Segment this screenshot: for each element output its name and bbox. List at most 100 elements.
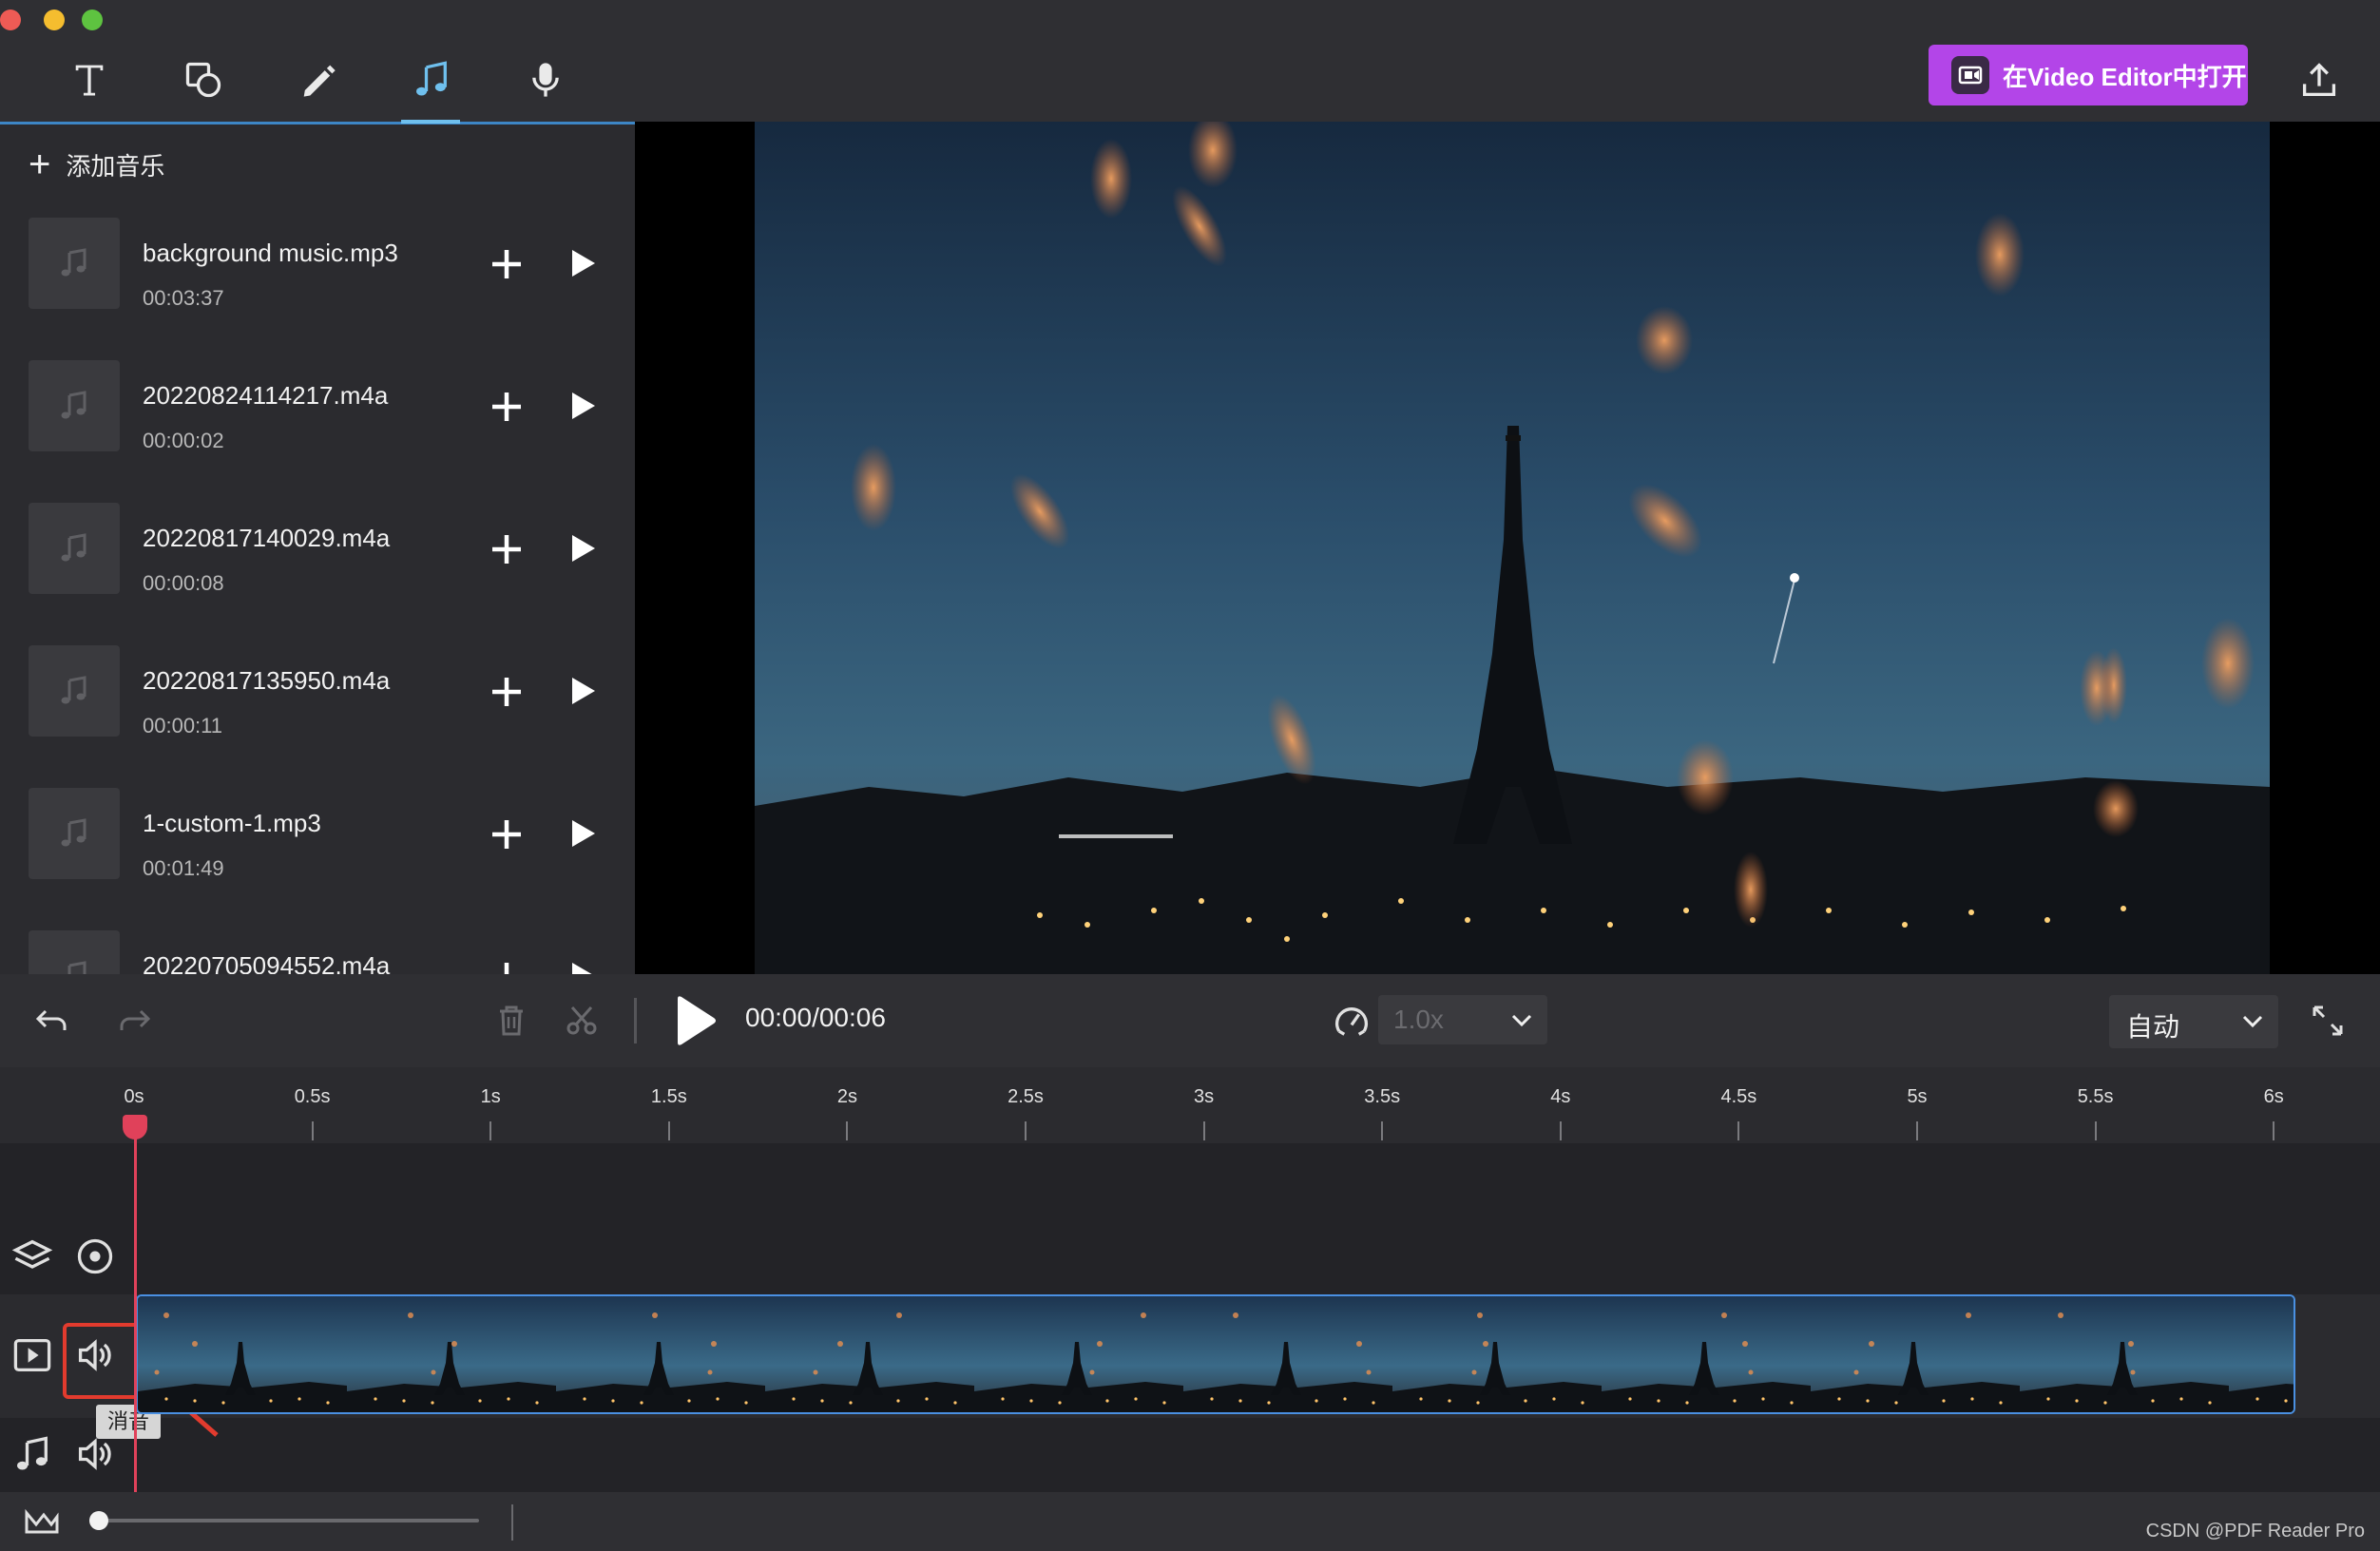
- add-music-label: 添加音乐: [66, 151, 165, 181]
- text-tool-button[interactable]: [63, 53, 116, 106]
- add-to-timeline-button[interactable]: [485, 955, 528, 974]
- music-thumbnail: [29, 360, 120, 451]
- preview-music-button[interactable]: [563, 814, 601, 852]
- playhead-handle[interactable]: [123, 1115, 147, 1139]
- overlay-visibility-button[interactable]: [74, 1235, 116, 1277]
- expand-icon: [2313, 1005, 2343, 1036]
- minimize-window-button[interactable]: [44, 10, 65, 30]
- undo-button[interactable]: [29, 998, 74, 1044]
- preview-music-button[interactable]: [563, 957, 601, 974]
- add-music-button[interactable]: + 添加音乐: [29, 144, 164, 185]
- redo-button[interactable]: [112, 998, 158, 1044]
- overlay-track-button[interactable]: [11, 1235, 53, 1277]
- shapes-tool-button[interactable]: [177, 53, 230, 106]
- microphone-icon: [532, 63, 559, 97]
- active-tab-indicator: [401, 120, 460, 124]
- music-list-item[interactable]: 20220824114217.m4a 00:00:02: [29, 360, 635, 465]
- music-tool-button[interactable]: [405, 53, 458, 106]
- speed-icon-button[interactable]: [1329, 998, 1374, 1044]
- music-list-item[interactable]: 20220817135950.m4a 00:00:11: [29, 645, 635, 750]
- playhead[interactable]: [134, 1120, 137, 1492]
- clip-thumbnail: [1811, 1296, 2020, 1412]
- plus-icon: [492, 393, 521, 421]
- ruler-label: 3s: [1194, 1086, 1215, 1107]
- speed-dropdown[interactable]: 1.0x: [1378, 995, 1547, 1044]
- split-button[interactable]: [559, 998, 605, 1044]
- clip-thumbnail: [1602, 1296, 1811, 1412]
- ruler-tick: [2094, 1121, 2097, 1140]
- clip-thumbnail: [138, 1296, 347, 1412]
- ruler-label: 0s: [124, 1086, 144, 1107]
- ruler-tick: [1737, 1121, 1740, 1140]
- music-name: 1-custom-1.mp3: [143, 809, 321, 837]
- mountain-icon: [25, 1508, 59, 1534]
- export-button[interactable]: [2293, 53, 2346, 106]
- ruler-tick: [2273, 1121, 2275, 1140]
- video-clip[interactable]: [136, 1294, 2295, 1414]
- upload-icon: [2302, 63, 2336, 97]
- music-thumbnail: [29, 788, 120, 879]
- music-list-item[interactable]: background music.mp3 00:03:37: [29, 218, 635, 322]
- ruler-tick: [1916, 1121, 1918, 1140]
- zoom-slider-track[interactable]: [99, 1519, 479, 1522]
- zoom-slider-handle[interactable]: [89, 1511, 108, 1530]
- watermark: CSDN @PDF Reader Pro: [2145, 1521, 2365, 1541]
- music-thumbnail: [29, 930, 120, 974]
- add-to-timeline-button[interactable]: [485, 242, 528, 286]
- mute-music-button[interactable]: [74, 1433, 116, 1475]
- preview-music-button[interactable]: [563, 244, 601, 282]
- timeline-ruler[interactable]: [0, 1067, 2380, 1143]
- play-icon: [678, 996, 716, 1045]
- ruler-label: 2.5s: [1008, 1086, 1044, 1107]
- ruler-label: 1.5s: [650, 1086, 687, 1107]
- preview-music-button[interactable]: [563, 387, 601, 425]
- fit-mode-dropdown[interactable]: 自动: [2109, 995, 2278, 1048]
- redo-icon: [120, 1009, 151, 1030]
- scissors-icon: [566, 1006, 597, 1035]
- music-duration: 00:00:02: [143, 429, 224, 452]
- play-button[interactable]: [667, 994, 720, 1047]
- clip-thumbnail: [347, 1296, 556, 1412]
- fullscreen-button[interactable]: [2305, 998, 2351, 1044]
- add-to-timeline-button[interactable]: [485, 527, 528, 571]
- music-list-item[interactable]: 1-custom-1.mp3 00:01:49: [29, 788, 635, 892]
- video-track-button[interactable]: [11, 1334, 53, 1376]
- pen-tool-button[interactable]: [291, 53, 344, 106]
- add-to-timeline-button[interactable]: [485, 385, 528, 429]
- layers-icon: [11, 1239, 53, 1269]
- music-list-item[interactable]: 20220705094552.m4a: [29, 930, 635, 974]
- zoom-window-button[interactable]: [82, 10, 103, 30]
- voice-record-tool-button[interactable]: [519, 53, 572, 106]
- music-thumbnail: [29, 645, 120, 737]
- music-note-icon: [67, 961, 86, 974]
- music-thumbnail: [29, 218, 120, 309]
- chevron-down-icon: [1511, 1014, 1532, 1027]
- add-to-timeline-button[interactable]: [485, 670, 528, 714]
- close-window-button[interactable]: [0, 10, 21, 30]
- clip-thumbnail: [1392, 1296, 1602, 1412]
- pen-icon: [303, 65, 336, 97]
- video-editor-icon: [1951, 56, 1989, 94]
- undo-icon: [35, 1009, 67, 1030]
- delete-button[interactable]: [489, 998, 534, 1044]
- music-note-icon: [61, 818, 86, 847]
- music-track-button[interactable]: [11, 1433, 53, 1475]
- music-thumbnail: [29, 503, 120, 594]
- open-in-video-editor-button[interactable]: 在Video Editor中打开: [1929, 45, 2248, 105]
- waveform-button[interactable]: [23, 1503, 65, 1541]
- plus-icon: +: [29, 144, 51, 185]
- ruler-label: 2s: [836, 1086, 857, 1107]
- music-list-item[interactable]: 20220817140029.m4a 00:00:08: [29, 503, 635, 607]
- ruler-label: 4s: [1550, 1086, 1571, 1107]
- add-to-timeline-button[interactable]: [485, 813, 528, 856]
- clip-thumbnail: [2229, 1296, 2294, 1412]
- clip-thumbnail: [1183, 1296, 1392, 1412]
- speed-value: 1.0x: [1393, 1005, 1444, 1034]
- preview-music-button[interactable]: [563, 672, 601, 710]
- time-readout: 00:00/00:06: [745, 1003, 886, 1032]
- video-icon: [13, 1338, 51, 1372]
- music-name: 20220824114217.m4a: [143, 381, 389, 410]
- speedometer-icon: [1335, 1007, 1368, 1036]
- preview-music-button[interactable]: [563, 529, 601, 567]
- play-icon: [572, 250, 595, 277]
